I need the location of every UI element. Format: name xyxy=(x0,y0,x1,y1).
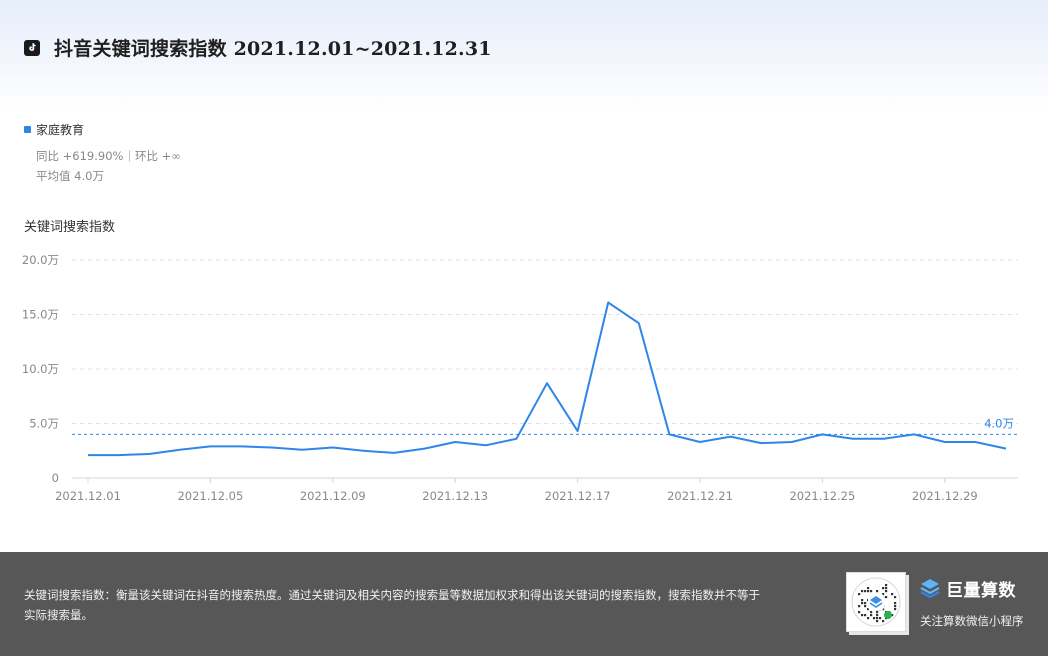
x-tick-label: 2021.12.01 xyxy=(55,489,121,503)
data-point xyxy=(974,441,976,443)
x-axis: 2021.12.01 2021.12.05 2021.12.09 2021.12.13… xyxy=(55,478,978,503)
y-tick-label: 10.0万 xyxy=(22,362,59,376)
data-point xyxy=(209,445,211,447)
data-point xyxy=(576,430,578,432)
footer-description: 关键词搜索指数：衡量该关键词在抖音的搜索热度。通过关键词及相关内容的搜索量等数据… xyxy=(24,588,760,622)
x-tick-label: 2021.12.09 xyxy=(300,489,366,503)
data-point xyxy=(729,435,731,437)
brand: 巨量算数 xyxy=(918,576,1016,601)
data-point xyxy=(515,438,517,440)
x-tick-label: 2021.12.29 xyxy=(912,489,978,503)
line-chart: 05.0万10.0万15.0万20.0万 4.0万 2021.12.01 2021… xyxy=(22,253,1018,503)
y-tick-label: 15.0万 xyxy=(22,308,59,322)
y-tick-label: 0 xyxy=(52,471,59,485)
y-tick-label: 20.0万 xyxy=(22,253,59,267)
x-tick-label: 2021.12.05 xyxy=(177,489,243,503)
brand-name: 巨量算数 xyxy=(946,581,1016,601)
legend-item[interactable]: 家庭教育 xyxy=(24,121,181,138)
data-point xyxy=(821,433,823,435)
legend-series-name: 家庭教育 xyxy=(36,123,85,137)
data-point xyxy=(148,453,150,455)
average-text: 平均值 4.0万 xyxy=(36,169,104,183)
data-point xyxy=(240,445,242,447)
data-point xyxy=(944,441,946,443)
data-point xyxy=(607,301,609,303)
page-title: 抖音关键词搜索指数 2021.12.01~2021.12.31 xyxy=(54,38,492,60)
data-point xyxy=(791,441,793,443)
y-tick-label: 5.0万 xyxy=(29,417,59,431)
data-point xyxy=(760,442,762,444)
x-tick-label: 2021.12.25 xyxy=(789,489,855,503)
data-point xyxy=(332,446,334,448)
x-tick-label: 2021.12.13 xyxy=(422,489,488,503)
footer: 关键词搜索指数：衡量该关键词在抖音的搜索热度。通过关键词及相关内容的搜索量等数据… xyxy=(0,552,1048,656)
data-point xyxy=(423,447,425,449)
legend-color-swatch xyxy=(24,126,31,133)
series-layer xyxy=(87,301,1007,457)
series-line xyxy=(88,301,1007,457)
data-point xyxy=(362,450,364,452)
data-point xyxy=(852,438,854,440)
page-header: 抖音关键词搜索指数 2021.12.01~2021.12.31 xyxy=(24,34,492,61)
legend: 家庭教育 同比 +619.90%｜环比 +∞ 平均值 4.0万 xyxy=(24,121,181,186)
average-layer: 4.0万 xyxy=(72,416,1018,435)
data-point xyxy=(546,382,548,384)
data-point xyxy=(485,444,487,446)
tiktok-icon xyxy=(24,39,40,56)
data-point xyxy=(913,433,915,435)
data-point xyxy=(87,454,89,456)
data-point xyxy=(179,448,181,450)
data-point xyxy=(270,446,272,448)
data-point xyxy=(393,452,395,454)
data-point xyxy=(301,448,303,450)
data-point xyxy=(454,441,456,443)
data-point xyxy=(1005,447,1007,449)
data-point xyxy=(668,433,670,435)
x-tick-label: 2021.12.17 xyxy=(545,489,611,503)
x-tick-label: 2021.12.21 xyxy=(667,489,733,503)
brand-subtitle: 关注算数微信小程序 xyxy=(920,614,1024,628)
data-point xyxy=(638,322,640,324)
qr-code-icon xyxy=(846,572,906,632)
data-point xyxy=(117,454,119,456)
legend-meta: 同比 +619.90%｜环比 +∞ 平均值 4.0万 xyxy=(36,146,181,186)
yoy-text: 同比 +619.90%｜环比 +∞ xyxy=(36,149,181,163)
brand-logo-icon xyxy=(920,578,940,598)
data-point xyxy=(699,441,701,443)
data-point xyxy=(882,438,884,440)
average-label: 4.0万 xyxy=(984,416,1014,430)
chart-label: 关键词搜索指数 xyxy=(24,220,116,235)
